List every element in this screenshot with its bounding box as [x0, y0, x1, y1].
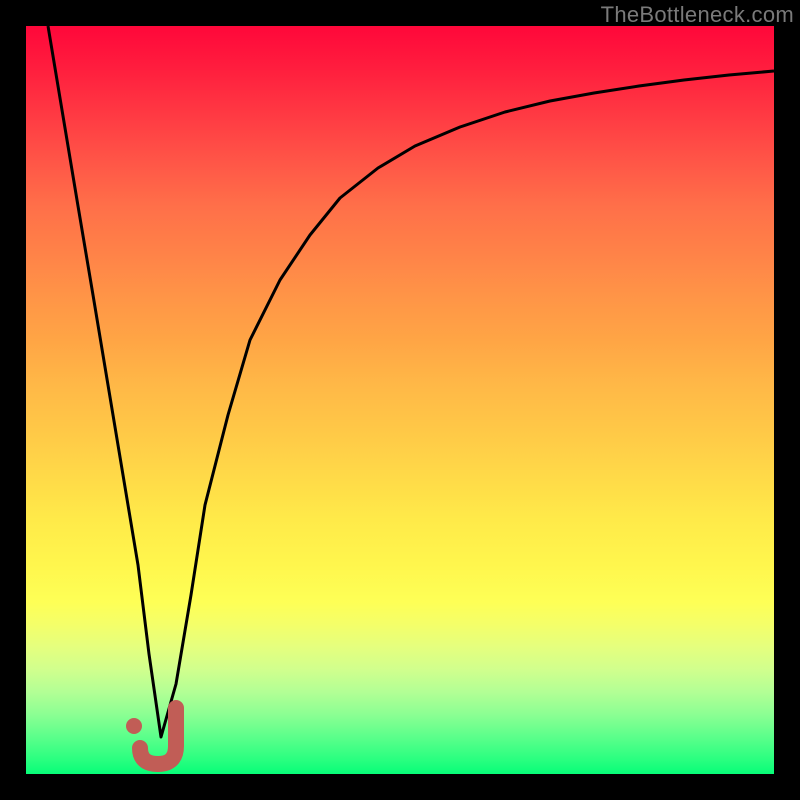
- bottleneck-curve: [48, 26, 774, 737]
- plot-area: [26, 26, 774, 774]
- chart-frame: TheBottleneck.com: [0, 0, 800, 800]
- chart-overlay: [26, 26, 774, 774]
- selected-point-dot: [126, 718, 142, 734]
- watermark-text: TheBottleneck.com: [601, 2, 794, 28]
